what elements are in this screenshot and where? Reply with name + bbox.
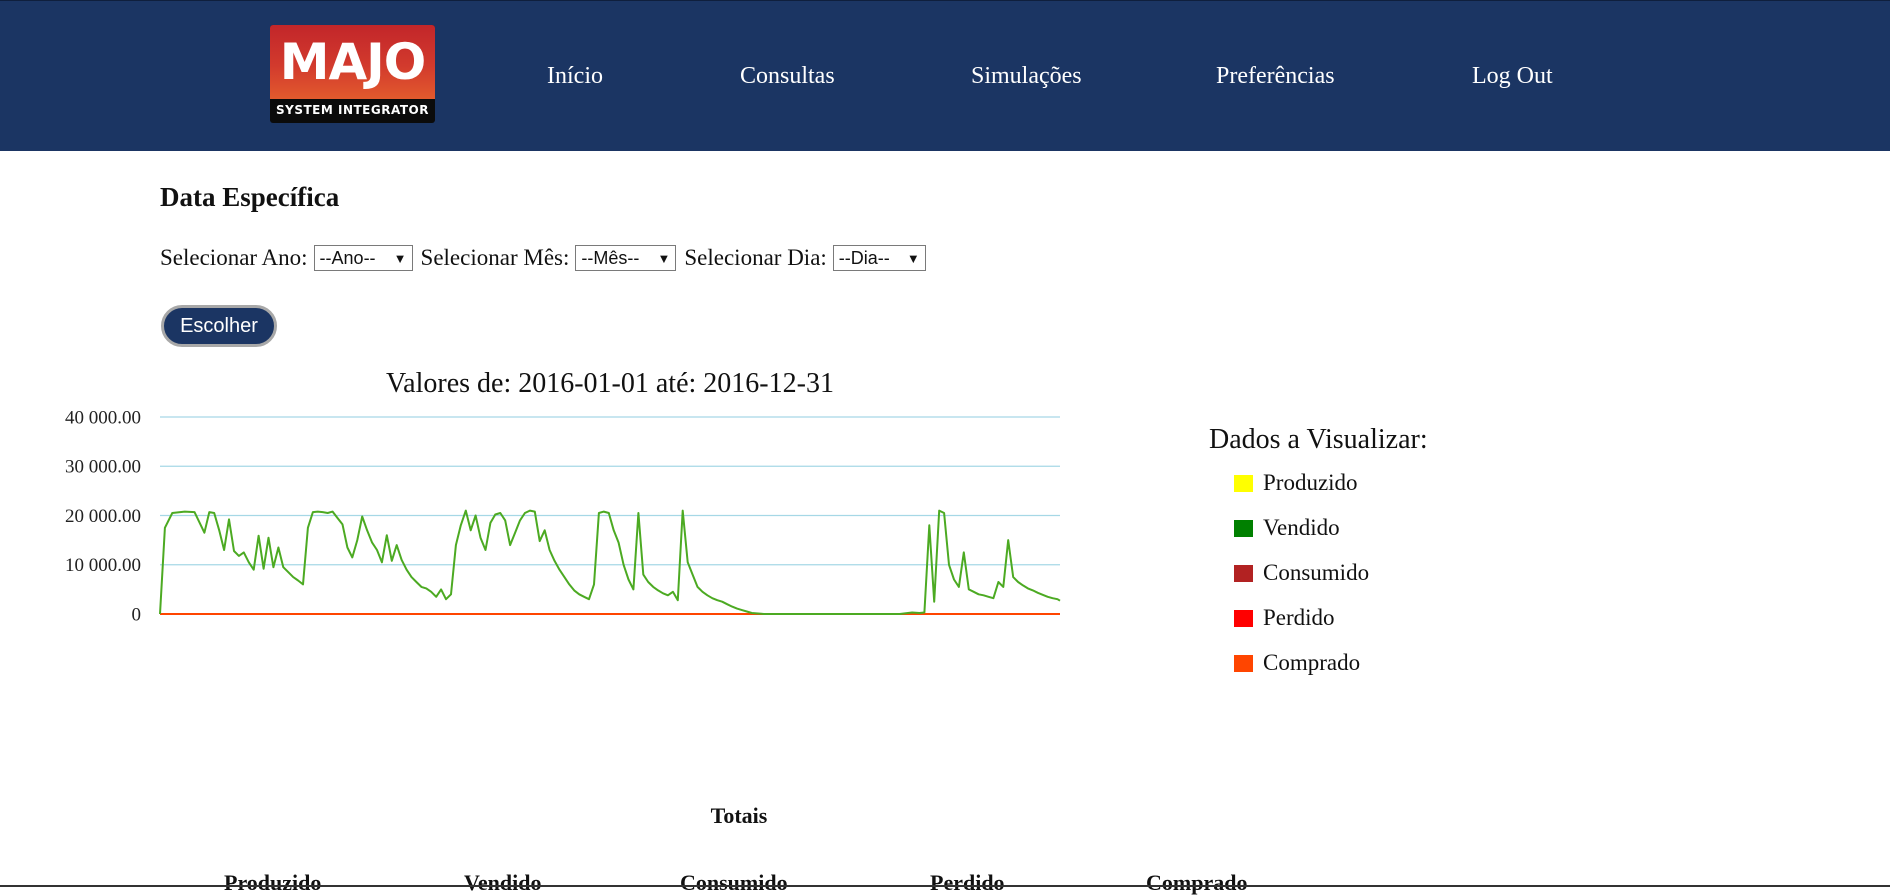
chevron-down-icon: ▼: [393, 250, 407, 266]
line-chart: 0 10 000.00 20 000.00 30 000.00 40 000.00: [65, 407, 1061, 625]
totals-header-comprado: Comprado: [1146, 870, 1248, 895]
day-label: Selecionar Dia:: [684, 245, 827, 270]
logo-sub-text: SYSTEM INTEGRATOR: [276, 103, 429, 117]
legend-item-comprado[interactable]: Comprado: [1234, 650, 1360, 676]
legend-label: Comprado: [1263, 650, 1361, 675]
year-select-value: --Ano--: [319, 247, 376, 268]
legend-swatch: [1234, 654, 1253, 672]
header: MAJO SYSTEM INTEGRATOR Início Consultas …: [0, 0, 1890, 151]
y-tick-label: 20 000.00: [65, 506, 141, 527]
totals-title: Totais: [710, 803, 768, 828]
day-select-value: --Dia--: [838, 247, 890, 268]
nav-log-out[interactable]: Log Out: [1472, 61, 1553, 91]
section-title: Data Específica: [160, 182, 340, 212]
legend-swatch: [1234, 519, 1253, 537]
month-select[interactable]: --Mês-- ▼: [575, 245, 677, 271]
legend-item-perdido[interactable]: Perdido: [1234, 605, 1335, 631]
nav-simulacoes[interactable]: Simulações: [971, 61, 1082, 91]
legend-swatch: [1234, 564, 1253, 582]
y-tick-label: 10 000.00: [65, 555, 141, 576]
year-label: Selecionar Ano:: [160, 245, 308, 270]
escolher-button[interactable]: Escolher: [161, 305, 277, 347]
logo-main-text: MAJO: [279, 33, 427, 91]
legend-swatch: [1234, 474, 1253, 492]
nav-inicio[interactable]: Início: [547, 61, 603, 91]
chevron-down-icon: ▼: [657, 250, 671, 266]
totals-header-consumido: Consumido: [680, 870, 788, 895]
legend-label: Consumido: [1263, 560, 1370, 585]
legend-label: Produzido: [1263, 470, 1358, 495]
legend-item-consumido[interactable]: Consumido: [1234, 560, 1369, 586]
legend-item-produzido[interactable]: Produzido: [1234, 470, 1358, 496]
day-select[interactable]: --Dia-- ▼: [832, 245, 926, 271]
nav-consultas[interactable]: Consultas: [740, 61, 835, 91]
totals-header-produzido: Produzido: [224, 870, 322, 895]
month-label: Selecionar Mês:: [420, 245, 570, 270]
chevron-down-icon: ▼: [906, 250, 920, 266]
nav-preferencias[interactable]: Preferências: [1216, 61, 1335, 91]
series-vendido-line: [159, 509, 1061, 615]
legend-label: Vendido: [1263, 515, 1340, 540]
legend-item-vendido[interactable]: Vendido: [1234, 515, 1340, 541]
month-select-value: --Mês--: [581, 247, 640, 268]
legend-swatch: [1234, 609, 1253, 627]
y-tick-label: 40 000.00: [65, 407, 141, 428]
majo-logo[interactable]: MAJO SYSTEM INTEGRATOR: [270, 25, 435, 123]
totals-header-perdido: Perdido: [930, 870, 1005, 895]
year-select[interactable]: --Ano-- ▼: [313, 245, 413, 271]
totals-header-vendido: Vendido: [464, 870, 542, 895]
legend-label: Perdido: [1263, 605, 1335, 630]
date-filters: Selecionar Ano: --Ano-- ▼ Selecionar Mês…: [160, 245, 934, 271]
y-tick-label: 30 000.00: [65, 457, 141, 478]
y-tick-label: 0: [132, 604, 142, 625]
legend-title: Dados a Visualizar:: [1209, 424, 1428, 455]
